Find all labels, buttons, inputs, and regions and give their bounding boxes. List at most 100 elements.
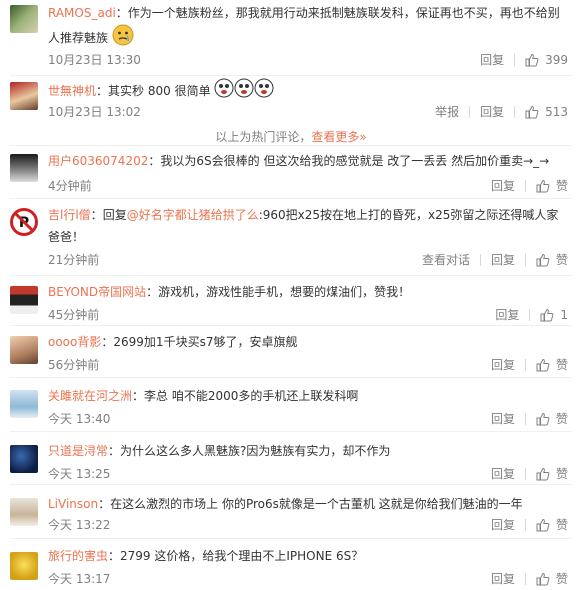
reply-button[interactable]: 回复 [480, 51, 504, 68]
avatar[interactable] [10, 498, 38, 526]
reply-button[interactable]: 回复 [491, 356, 515, 373]
avatar[interactable] [10, 286, 38, 314]
like-count: 赞 [555, 412, 568, 426]
like-button[interactable]: 513 [525, 105, 568, 119]
reply-button[interactable]: 回复 [491, 516, 515, 533]
action-divider [524, 179, 526, 192]
thumbs-up-icon [540, 308, 554, 322]
emoji-icon [112, 24, 134, 53]
comment-actions: 回复 赞 [491, 465, 568, 482]
like-button[interactable]: 赞 [536, 516, 568, 533]
like-count: 1 [560, 307, 568, 322]
action-divider [514, 105, 516, 118]
like-button[interactable]: 赞 [536, 465, 568, 482]
action-divider [514, 53, 516, 66]
comment-username[interactable]: LiVinson [48, 497, 98, 511]
view-conversation-button[interactable]: 查看对话 [422, 251, 470, 268]
comment-item: 旅行的害虫：2799 这价格，给我个理由不上IPHONE 6S？ 今天 13:1… [0, 539, 582, 590]
like-count: 513 [545, 104, 568, 119]
comment-actions: 回复 399 [480, 51, 568, 68]
avatar[interactable] [10, 390, 38, 418]
action-divider [524, 572, 526, 585]
thumbs-up-icon [525, 105, 539, 119]
comment-body: 2699加1千块买s7够了，安卓旗舰 [113, 335, 298, 349]
comment-item: 只道是浔常：为什么这么多人黑魅族?因为魅族有实力，却不作为 今天 13:25 回… [0, 432, 582, 482]
like-button[interactable]: 赞 [536, 177, 568, 194]
comment-time: 4分钟前 [48, 179, 92, 193]
like-count: 赞 [555, 572, 568, 586]
avatar[interactable] [10, 552, 38, 580]
avatar[interactable] [10, 445, 38, 473]
emoji-icon [254, 78, 274, 105]
action-divider [524, 253, 526, 266]
comment-username[interactable]: 吉l行l僧 [48, 208, 91, 222]
reply-button[interactable]: 回复 [495, 306, 519, 323]
comment-item: P 吉l行l僧：回复@好名字都让猪给拱了么:960把x25按在地上打的昏死，x2… [0, 199, 582, 273]
comment-username[interactable]: 世無神机 [48, 84, 96, 98]
action-divider [524, 467, 526, 480]
reply-button[interactable]: 回复 [491, 251, 515, 268]
avatar[interactable] [10, 82, 38, 110]
comment-text: 世無神机：其实秒 800 很简单 [48, 78, 568, 105]
thumbs-up-icon [536, 358, 550, 372]
report-button[interactable]: 举报 [435, 103, 459, 120]
thumbs-up-icon [525, 53, 539, 67]
reply-button[interactable]: 回复 [491, 177, 515, 194]
comment-actions: 回复 赞 [491, 356, 568, 373]
comment-body: 其实秒 800 很简单 [108, 84, 211, 98]
comment-time: 21分钟前 [48, 253, 100, 267]
like-button[interactable]: 赞 [536, 251, 568, 268]
thumbs-up-icon [536, 518, 550, 532]
like-count: 赞 [555, 467, 568, 481]
see-more-link[interactable]: 查看更多» [311, 130, 366, 144]
comment-time: 今天 13:17 [48, 572, 111, 586]
comment-item: 用户6036074202：我以为6S会很棒的 但这次给我的感觉就是 改了一丢丢 … [0, 146, 582, 196]
comment-username[interactable]: oooo背影 [48, 335, 101, 349]
comment-actions: 回复 赞 [491, 516, 568, 533]
comment-actions: 举报 回复 513 [435, 103, 568, 120]
comment-item: RAMOS_adi：作为一个魅族粉丝，那我就用行动来抵制魅族联发科，保证再也不买… [0, 0, 582, 75]
mention-link[interactable]: @好名字都让猪给拱了么 [127, 208, 259, 222]
comment-username[interactable]: RAMOS_adi [48, 6, 116, 20]
comment-text: 只道是浔常：为什么这么多人黑魅族?因为魅族有实力，却不作为 [48, 444, 391, 458]
comment-body: 2799 这价格，给我个理由不上IPHONE 6S？ [120, 549, 364, 563]
thumbs-up-icon [536, 253, 550, 267]
comment-item: 世無神机：其实秒 800 很简单 10月23日 13:02 举报 回复 513 [0, 76, 582, 126]
like-button[interactable]: 1 [540, 308, 568, 322]
like-count: 赞 [555, 358, 568, 372]
comment-text: RAMOS_adi：作为一个魅族粉丝，那我就用行动来抵制魅族联发科，保证再也不买… [48, 2, 568, 53]
thumbs-up-icon [536, 467, 550, 481]
comment-actions: 回复 赞 [491, 177, 568, 194]
like-button[interactable]: 赞 [536, 570, 568, 587]
comment-item: oooo背影：2699加1千块买s7够了，安卓旗舰 56分钟前 回复 赞 [0, 326, 582, 376]
reply-button[interactable]: 回复 [480, 103, 504, 120]
hot-comments-notice: 以上为热门评论，查看更多» [215, 130, 367, 144]
like-count: 赞 [555, 179, 568, 193]
comment-actions: 回复 1 [495, 306, 568, 323]
comment-time: 10月23日 13:02 [48, 105, 141, 119]
reply-button[interactable]: 回复 [491, 465, 515, 482]
comment-actions: 回复 赞 [491, 570, 568, 587]
reply-button[interactable]: 回复 [491, 410, 515, 427]
like-button[interactable]: 399 [525, 53, 568, 67]
comment-time: 56分钟前 [48, 358, 100, 372]
comment-body: 在这么激烈的市场上 你的Pro6s就像是一个古董机 这就是你给我们魅油的一年 [110, 497, 523, 511]
comment-username[interactable]: 旅行的害虫 [48, 549, 108, 563]
avatar[interactable] [10, 154, 38, 182]
comment-time: 45分钟前 [48, 308, 100, 322]
comment-username[interactable]: 关雎就在河之洲 [48, 389, 132, 403]
avatar[interactable]: P [10, 208, 38, 236]
reply-button[interactable]: 回复 [491, 570, 515, 587]
comment-body: 为什么这么多人黑魅族?因为魅族有实力，却不作为 [120, 444, 391, 458]
avatar[interactable] [10, 336, 38, 364]
comment-username[interactable]: BEYOND帝国网站 [48, 285, 146, 299]
like-button[interactable]: 赞 [536, 356, 568, 373]
action-divider [524, 358, 526, 371]
comment-username[interactable]: 只道是浔常 [48, 444, 108, 458]
avatar[interactable] [10, 5, 38, 33]
comment-username[interactable]: 用户6036074202 [48, 154, 148, 168]
comment-item: BEYOND帝国网站：游戏机，游戏性能手机，想要的煤油们，赞我！ 45分钟前 回… [0, 276, 582, 326]
like-button[interactable]: 赞 [536, 410, 568, 427]
thumbs-up-icon [536, 572, 550, 586]
comment-item: 关雎就在河之洲：李总 咱不能2000多的手机还上联发科啊 今天 13:40 回复… [0, 378, 582, 428]
